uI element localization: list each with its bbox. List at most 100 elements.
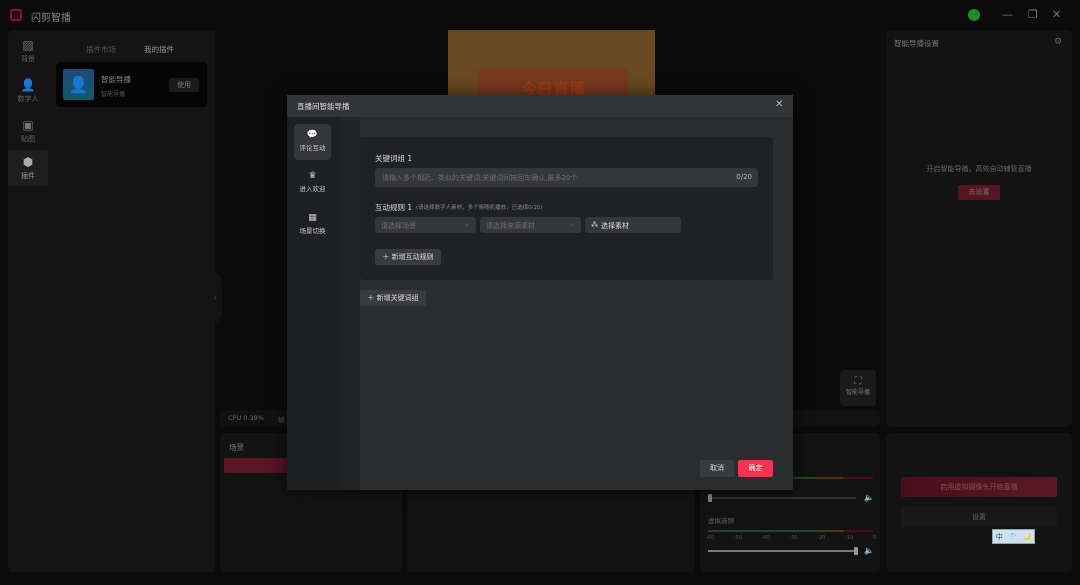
- frame-status: 帧: [278, 416, 285, 424]
- add-rule-button[interactable]: ＋ 新增互动规则: [375, 249, 441, 265]
- label: 选择素材: [601, 222, 629, 230]
- label: 新增互动规则: [391, 253, 434, 261]
- label: 进入欢迎: [299, 185, 326, 193]
- close-icon[interactable]: ✕: [775, 99, 783, 110]
- collapse-handle[interactable]: ‹: [208, 270, 222, 325]
- label: 智能导播: [845, 389, 870, 396]
- tick: 0: [872, 535, 876, 541]
- sticker-icon: ▣: [22, 118, 34, 132]
- start-live-button[interactable]: 启用虚拟摄像头开始直播: [901, 477, 1057, 497]
- dialog-header: 直播间智能导播 ✕: [287, 95, 793, 117]
- confirm-button[interactable]: 确定: [738, 460, 773, 477]
- plugin-desc: 智能导播: [101, 91, 126, 98]
- person-icon: 👤: [20, 78, 36, 92]
- status-icon[interactable]: [968, 9, 980, 21]
- keyword-input[interactable]: 请输入多个相近、类似的关键词,关键词间按回车确认,最多20个 0/20: [375, 168, 758, 187]
- go-settings-button[interactable]: 去设置: [958, 185, 1000, 200]
- smart-director-panel: 智能导播设置 ⚙ 开启智能导播，高效自动辅管直播 去设置: [886, 30, 1072, 427]
- nav-scene-switch[interactable]: ▦ 场景切换: [294, 207, 331, 243]
- dialog-nav: 💬 评论互动 ♛ 进入欢迎 ▦ 场景切换: [287, 117, 340, 490]
- smart-director-button[interactable]: ⛶ 智能导播: [840, 370, 876, 406]
- plugin-card[interactable]: 👤 智能导播 智能导播 使用: [56, 62, 207, 107]
- audio-volume-slider[interactable]: [708, 547, 858, 555]
- placeholder: 请选择场景: [381, 222, 416, 230]
- placeholder: 请输入多个相近、类似的关键词,关键词间按回车确认,最多20个: [382, 174, 578, 182]
- placeholder: 请选择来源素材: [486, 222, 535, 230]
- audio-meter: [708, 530, 873, 532]
- ime-skin-icon[interactable]: 👕: [1008, 533, 1017, 541]
- settings-icon[interactable]: ⚙: [1054, 37, 1062, 47]
- cube-icon: ⬢: [22, 155, 34, 169]
- app-title: 闪剪智播: [31, 13, 71, 24]
- ime-lang[interactable]: 中: [996, 532, 1003, 542]
- group-title: 关键词组 1: [375, 154, 413, 163]
- label: 数字人: [17, 95, 39, 103]
- keyword-group: 关键词组 1 请输入多个相近、类似的关键词,关键词间按回车确认,最多20个 0/…: [360, 137, 773, 280]
- plus-icon: ＋: [382, 253, 392, 261]
- sidebar-item-background[interactable]: ▨ 背景: [8, 38, 48, 64]
- crown-icon: ♛: [308, 171, 317, 181]
- sidebar-item-sticker[interactable]: ▣ 贴图: [8, 118, 48, 144]
- rule-title: 互动规则 1: [375, 203, 413, 212]
- label: 评论互动: [299, 144, 326, 152]
- rule-hint: (请选择数字人素材，多个将随机播放，已选择0/20): [416, 205, 543, 211]
- mic-volume-slider[interactable]: [708, 494, 856, 502]
- tick: -10: [844, 535, 854, 541]
- tab-plugin-market[interactable]: 插件市场: [86, 44, 116, 55]
- label: 插件: [21, 172, 35, 180]
- layout-icon: ⛶: [854, 376, 862, 387]
- label: 背景: [21, 55, 35, 63]
- label: 场景切换: [299, 227, 326, 235]
- meter-ticks: -60 -50 -40 -30 -20 -10 0: [706, 535, 876, 541]
- tab-my-plugins[interactable]: 我的插件: [144, 44, 174, 55]
- sidebar-item-plugin[interactable]: ⬢ 插件: [8, 150, 48, 186]
- slider-thumb[interactable]: [854, 547, 858, 555]
- plugin-panel: 插件市场 我的插件: [48, 30, 215, 572]
- tick: -40: [761, 535, 770, 541]
- select-material-button[interactable]: ⁂ 选择素材: [585, 217, 681, 233]
- nav-comment-interaction[interactable]: 💬 评论互动: [294, 124, 331, 160]
- sidebar-item-avatar[interactable]: 👤 数字人: [8, 78, 48, 104]
- ime-mode-icon[interactable]: 🌙: [1023, 533, 1032, 541]
- app-logo: [10, 9, 22, 21]
- plugin-name: 智能导播: [101, 75, 131, 84]
- cpu-usage: CPU 0.39%: [228, 414, 264, 422]
- label: 新增关键词组: [376, 294, 419, 302]
- speaker-icon[interactable]: 🔈: [864, 546, 874, 555]
- preview-canvas: 今日直播: [448, 30, 655, 95]
- add-keyword-group-button[interactable]: ＋ 新增关键词组: [360, 290, 426, 306]
- restore-icon[interactable]: ❐: [1028, 8, 1038, 21]
- stripes-icon: ▨: [22, 38, 34, 52]
- chevron-down-icon: ⌄: [569, 220, 575, 228]
- smart-director-dialog: 直播间智能导播 ✕ 💬 评论互动 ♛ 进入欢迎 ▦ 场景切换 关键词组 1 请输入多个…: [287, 95, 793, 490]
- sidebar: ▨ 背景 👤 数字人 ▣ 贴图 ⬢ 插件: [8, 30, 48, 572]
- audio-label: 虚拟音频: [708, 517, 734, 525]
- close-icon[interactable]: ✕: [1052, 8, 1061, 21]
- plus-icon: ＋: [367, 294, 377, 302]
- grid-icon: ▦: [308, 213, 317, 223]
- use-button[interactable]: 使用: [169, 78, 199, 92]
- chevron-down-icon: ⌄: [464, 220, 470, 228]
- tick: -50: [733, 535, 742, 541]
- scene-select[interactable]: 请选择场景 ⌄: [375, 217, 476, 233]
- ime-toolbar[interactable]: 中 👕 🌙: [992, 529, 1035, 544]
- cancel-button[interactable]: 取消: [700, 460, 734, 477]
- title-bar: 闪剪智播 — ❐ ✕: [0, 0, 1080, 30]
- panel-title: 智能导播设置: [894, 39, 939, 48]
- plugin-avatar: 👤: [63, 69, 94, 100]
- tick: -60: [706, 535, 715, 541]
- scene-title: 场景: [229, 443, 244, 452]
- dialog-title: 直播间智能导播: [297, 102, 350, 111]
- tick: -30: [789, 535, 798, 541]
- source-select[interactable]: 请选择来源素材 ⌄: [480, 217, 581, 233]
- minimize-icon[interactable]: —: [1002, 8, 1013, 21]
- tick: -20: [817, 535, 826, 541]
- nav-welcome[interactable]: ♛ 进入欢迎: [294, 165, 331, 201]
- settings-button[interactable]: 设置: [901, 507, 1057, 527]
- material-icon: ⁂: [591, 221, 598, 229]
- comment-icon: 💬: [306, 130, 319, 140]
- preview-banner: 今日直播: [478, 68, 628, 95]
- speaker-icon[interactable]: 🔈: [864, 493, 874, 502]
- label: 贴图: [21, 135, 35, 143]
- slider-thumb[interactable]: [708, 494, 712, 502]
